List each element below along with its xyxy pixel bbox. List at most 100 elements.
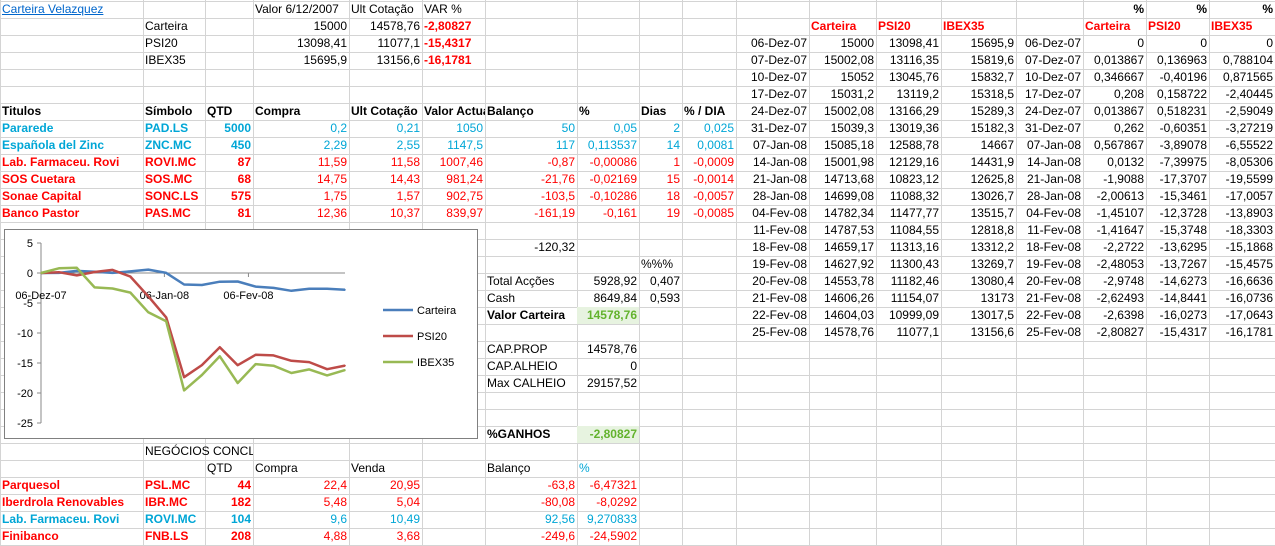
history-cell[interactable]: 11-Fev-08	[1016, 222, 1083, 239]
history-cell[interactable]: 19-Fev-08	[1016, 256, 1083, 273]
history-cell[interactable]: 19-Fev-08	[736, 256, 809, 273]
holdings-header[interactable]: %	[577, 103, 639, 120]
closed-pct[interactable]: -24,5902	[577, 528, 639, 545]
history-cell[interactable]: 11300,43	[876, 256, 941, 273]
history-cell[interactable]: 15000	[809, 35, 876, 52]
history-cell[interactable]: 14659,17	[809, 239, 876, 256]
holding-valor[interactable]: 981,24	[422, 171, 485, 188]
history-cell[interactable]: -16,0736	[1209, 290, 1275, 307]
history-cell[interactable]: 13019,36	[876, 120, 941, 137]
holding-qtd[interactable]: 575	[205, 188, 253, 205]
history-cell[interactable]: 0,262	[1083, 120, 1146, 137]
holding-symbol[interactable]: SONC.LS	[143, 188, 205, 205]
history-header[interactable]: PSI20	[876, 18, 941, 35]
history-cell[interactable]: 17-Dez-07	[736, 86, 809, 103]
closed-compra[interactable]: 22,4	[253, 477, 349, 494]
history-cell[interactable]: 07-Jan-08	[736, 137, 809, 154]
history-cell[interactable]: -14,6273	[1146, 273, 1209, 290]
history-cell[interactable]: -2,40445	[1209, 86, 1275, 103]
history-cell[interactable]: 25-Fev-08	[736, 324, 809, 341]
history-cell[interactable]: 22-Fev-08	[1016, 307, 1083, 324]
ganhos-value[interactable]: -2,80827	[577, 426, 639, 443]
history-cell[interactable]: 14606,26	[809, 290, 876, 307]
holding-dias[interactable]: 19	[639, 205, 682, 222]
history-cell[interactable]: -14,8441	[1146, 290, 1209, 307]
history-cell[interactable]: 15318,5	[941, 86, 1016, 103]
summary-label[interactable]: IBEX35	[143, 52, 205, 69]
pct-header[interactable]: %%%	[639, 256, 682, 273]
history-cell[interactable]: 21-Jan-08	[736, 171, 809, 188]
history-cell[interactable]: 0	[1083, 35, 1146, 52]
history-cell[interactable]: 15085,18	[809, 137, 876, 154]
history-cell[interactable]: -13,6295	[1146, 239, 1209, 256]
history-cell[interactable]: -8,05306	[1209, 154, 1275, 171]
holding-qtd[interactable]: 81	[205, 205, 253, 222]
history-cell[interactable]: 0,0132	[1083, 154, 1146, 171]
history-cell[interactable]: 18-Fev-08	[736, 239, 809, 256]
closed-deals-title[interactable]: NEGÓCIOS CONCLUÍDOS	[143, 443, 253, 460]
history-header[interactable]: IBEX35	[941, 18, 1016, 35]
holdings-header[interactable]: Compra	[253, 103, 349, 120]
history-cell[interactable]: 10-Dez-07	[1016, 69, 1083, 86]
history-cell[interactable]: 11088,32	[876, 188, 941, 205]
closed-qtd[interactable]: 208	[205, 528, 253, 545]
history-cell[interactable]: -1,9088	[1083, 171, 1146, 188]
history-cell[interactable]: 11084,55	[876, 222, 941, 239]
total-accoes-value[interactable]: 5928,92	[577, 273, 639, 290]
history-cell[interactable]: -6,55522	[1209, 137, 1275, 154]
history-cell[interactable]: -2,62493	[1083, 290, 1146, 307]
history-cell[interactable]: 14-Jan-08	[1016, 154, 1083, 171]
history-cell[interactable]: 20-Fev-08	[1016, 273, 1083, 290]
holding-qtd[interactable]: 68	[205, 171, 253, 188]
history-header[interactable]: Carteira	[809, 18, 876, 35]
history-cell[interactable]: 24-Dez-07	[1016, 103, 1083, 120]
history-cell[interactable]: -3,89078	[1146, 137, 1209, 154]
holding-name[interactable]: SOS Cuetara	[0, 171, 143, 188]
cash-pct[interactable]: 0,593	[639, 290, 682, 307]
holding-name[interactable]: Lab. Farmaceu. Rovi	[0, 154, 143, 171]
history-cell[interactable]: 14431,9	[941, 154, 1016, 171]
history-cell[interactable]: 11077,1	[876, 324, 941, 341]
holding-compra[interactable]: 12,36	[253, 205, 349, 222]
history-cell[interactable]: 06-Dez-07	[1016, 35, 1083, 52]
history-cell[interactable]: -15,3748	[1146, 222, 1209, 239]
summary-value[interactable]: 15000	[253, 18, 349, 35]
summary-label[interactable]: Carteira	[143, 18, 205, 35]
summary-header[interactable]: Ult Cotação	[349, 1, 422, 18]
holding-ult[interactable]: 14,43	[349, 171, 422, 188]
history-cell[interactable]: -2,59049	[1209, 103, 1275, 120]
balance-total[interactable]: -120,32	[485, 239, 577, 256]
history-cell[interactable]: 13119,2	[876, 86, 941, 103]
summary-value[interactable]: 14578,76	[349, 18, 422, 35]
history-cell[interactable]: 11182,46	[876, 273, 941, 290]
holding-pd[interactable]: -0,0085	[682, 205, 736, 222]
summary-value[interactable]: 11077,1	[349, 35, 422, 52]
history-cell[interactable]: -17,0643	[1209, 307, 1275, 324]
closed-balance[interactable]: -80,08	[485, 494, 577, 511]
summary-value[interactable]: 13156,6	[349, 52, 422, 69]
holding-bal[interactable]: -0,87	[485, 154, 577, 171]
history-cell[interactable]: 28-Jan-08	[1016, 188, 1083, 205]
history-pct-header[interactable]: PSI20	[1146, 18, 1209, 35]
closed-qtd[interactable]: 182	[205, 494, 253, 511]
history-cell[interactable]: 14604,03	[809, 307, 876, 324]
history-cell[interactable]: 07-Dez-07	[1016, 52, 1083, 69]
closed-pct[interactable]: 9,270833	[577, 511, 639, 528]
history-cell[interactable]: -3,27219	[1209, 120, 1275, 137]
holding-bal[interactable]: 117	[485, 137, 577, 154]
history-cell[interactable]: 0,871565	[1209, 69, 1275, 86]
holding-pct[interactable]: 0,113537	[577, 137, 639, 154]
holding-symbol[interactable]: PAD.LS	[143, 120, 205, 137]
holding-symbol[interactable]: PAS.MC	[143, 205, 205, 222]
history-cell[interactable]: 14699,08	[809, 188, 876, 205]
cap-prop-label[interactable]: CAP.PROP	[485, 341, 577, 358]
history-cell[interactable]: 15289,3	[941, 103, 1016, 120]
holding-bal[interactable]: -161,19	[485, 205, 577, 222]
history-cell[interactable]: 07-Dez-07	[736, 52, 809, 69]
history-cell[interactable]: 14667	[941, 137, 1016, 154]
history-pct-label[interactable]: %	[1083, 1, 1146, 18]
history-cell[interactable]: -15,4317	[1146, 324, 1209, 341]
history-cell[interactable]: 22-Fev-08	[736, 307, 809, 324]
history-cell[interactable]: 11154,07	[876, 290, 941, 307]
history-cell[interactable]: 14-Jan-08	[736, 154, 809, 171]
